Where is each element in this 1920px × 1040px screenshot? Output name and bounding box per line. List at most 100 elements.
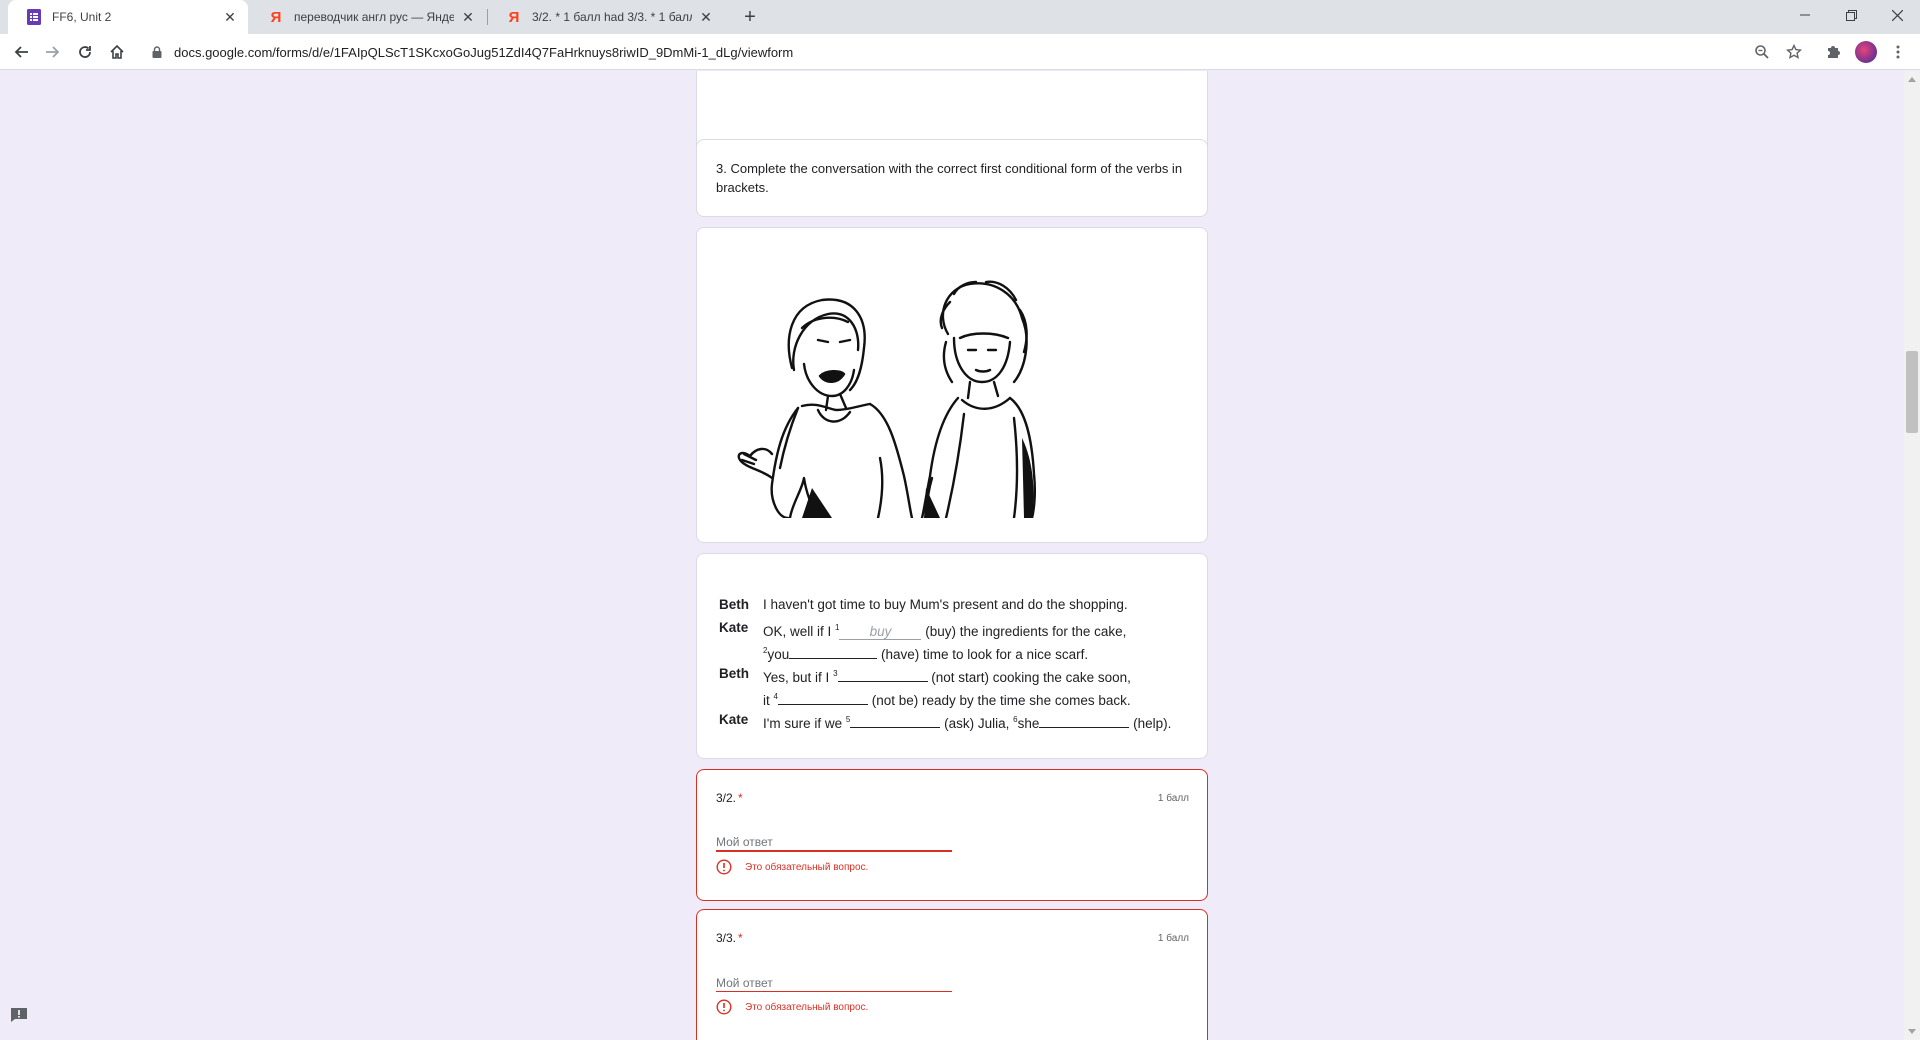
speaker-beth: Beth (719, 666, 749, 681)
dialog-line: Beth I haven't got time to buy Mum's pre… (719, 593, 1199, 616)
dialog-card: Beth I haven't got time to buy Mum's pre… (696, 553, 1208, 759)
question-points: 1 балл (1157, 933, 1189, 944)
form-viewport: obey 3. Complete the conversation with t… (0, 71, 1904, 1040)
profile-avatar[interactable] (1855, 41, 1877, 63)
answer-blank (777, 693, 868, 705)
question-label: 3/2. (716, 791, 737, 805)
dialog-text-part: (not start) cooking the cake soon, (931, 670, 1131, 685)
required-asterisk: * (738, 791, 743, 805)
dialog-text-part: it (763, 693, 770, 708)
close-icon (1891, 9, 1903, 21)
star-icon (1786, 44, 1802, 59)
dialog-text-part: OK, well if I (763, 624, 832, 639)
tab-title: 3/2. * 1 балл had 3/3. * 1 балл Э (532, 10, 692, 24)
menu-button[interactable] (1886, 40, 1910, 64)
scroll-up-arrow[interactable] (1908, 77, 1916, 82)
reload-button[interactable] (73, 40, 97, 64)
url-text[interactable]: docs.google.com/forms/d/e/1FAIpQLScT1SKc… (174, 45, 793, 60)
dialog-text-part: (ask) Julia, (944, 716, 1010, 731)
answer-blank (789, 647, 878, 659)
dialog-text-part: (not be) ready by the time she comes bac… (871, 693, 1131, 708)
section-3-instructions: 3. Complete the conversation with the co… (716, 161, 1183, 195)
bookmark-button[interactable] (1782, 40, 1806, 64)
dialog-text-part: (buy) the ingredients for the cake, (925, 624, 1127, 639)
tab-ff6-unit2[interactable]: FF6, Unit 2 ✕ (8, 0, 248, 34)
arrow-right-icon (46, 46, 60, 58)
dialog-text-part: Yes, but if I (763, 670, 830, 685)
report-feedback-icon[interactable] (10, 1007, 28, 1023)
close-icon[interactable]: ✕ (460, 9, 476, 25)
tab-bar: FF6, Unit 2 ✕ Я переводчик англ рус — Ян… (0, 0, 1920, 34)
more-vert-icon (1896, 45, 1900, 59)
speaker-kate: Kate (719, 712, 749, 727)
tab-title: FF6, Unit 2 (52, 10, 112, 24)
address-bar[interactable]: docs.google.com/forms/d/e/1FAIpQLScT1SKc… (140, 38, 1765, 66)
dialog-text-part: (have) time to look for a nice scarf. (881, 647, 1089, 662)
lock-icon[interactable] (150, 45, 164, 59)
zoom-button[interactable] (1750, 40, 1774, 64)
dialog-text-part: I'm sure if we (763, 716, 843, 731)
yandex-icon: Я (270, 8, 282, 26)
question-card-3-3: 3/3.* 1 балл Это обязательный вопрос. (696, 909, 1208, 1040)
dialog-text-part: she (1017, 716, 1040, 731)
dialog-line: Kate OK, well if I 1 buy (buy) the ingred… (719, 616, 1199, 640)
error-icon (716, 859, 732, 875)
required-asterisk: * (738, 931, 743, 945)
illustration-card (696, 227, 1208, 543)
zoom-icon (1755, 45, 1769, 59)
question-points: 1 балл (1157, 793, 1189, 804)
answer-blank (850, 716, 941, 728)
home-icon (110, 44, 124, 59)
extensions-button[interactable] (1821, 40, 1845, 64)
restore-button[interactable] (1828, 0, 1874, 30)
question-title: 3/3. * (716, 931, 743, 945)
forward-button[interactable] (41, 40, 65, 64)
dialog-line: it 4 (not be) ready by the time she come… (719, 685, 1199, 708)
dialog-line: 2you (have) time to look for a nice scar… (719, 639, 1199, 662)
conversation-text: Beth I haven't got time to buy Mum's pre… (719, 593, 1199, 731)
tab-yandex-translator[interactable]: Я переводчик англ рус — Яндекс ✕ (250, 0, 486, 34)
minimize-icon (1800, 14, 1810, 16)
dialog-text-part: (help). (1133, 716, 1172, 731)
error-icon (716, 999, 732, 1015)
scrollbar-thumb[interactable] (1906, 351, 1918, 433)
dialog-text: I haven't got time to buy Mum's present … (763, 597, 1128, 612)
answer-blank (1039, 716, 1130, 728)
required-error: Это обязательный вопрос. (716, 859, 868, 875)
answer-blank (837, 670, 928, 682)
two-girls-illustration (737, 280, 1037, 518)
dialog-text: I'm sure if we 5 (ask) Julia, 6she (help… (763, 708, 1171, 735)
puzzle-icon (1828, 46, 1840, 58)
question-title: 3/2. * (716, 791, 743, 805)
speaker-kate: Kate (719, 620, 749, 635)
new-tab-button[interactable]: + (738, 5, 762, 29)
home-button[interactable] (105, 40, 129, 64)
minimize-button[interactable] (1782, 0, 1828, 30)
close-icon[interactable]: ✕ (698, 9, 714, 25)
error-text: Это обязательный вопрос. (745, 1001, 869, 1013)
dialog-line: Kate I'm sure if we 5 (ask) Julia, 6she … (719, 708, 1199, 731)
tab-title: переводчик англ рус — Яндекс (294, 10, 454, 24)
dialog-line: Beth Yes, but if I 3 (not start) cooking… (719, 662, 1199, 685)
dialog-text-part: you (767, 647, 790, 662)
browser-toolbar: docs.google.com/forms/d/e/1FAIpQLScT1SKc… (0, 34, 1920, 70)
tab-yandex-search[interactable]: Я 3/2. * 1 балл had 3/3. * 1 балл Э ✕ (488, 0, 724, 34)
reload-icon (79, 46, 91, 58)
question-card-3-2: 3/2.* 1 балл Это обязательный вопрос. (696, 769, 1208, 901)
required-error: Это обязательный вопрос. (716, 999, 868, 1015)
arrow-left-icon (14, 46, 28, 58)
error-text: Это обязательный вопрос. (745, 861, 869, 873)
page-scrollbar[interactable] (1904, 71, 1920, 1040)
close-window-button[interactable] (1874, 0, 1920, 30)
yandex-icon: Я (508, 8, 520, 26)
answer-input[interactable] (716, 974, 952, 992)
answer-input[interactable] (716, 834, 952, 852)
restore-icon (1845, 9, 1857, 21)
back-button[interactable] (9, 40, 33, 64)
question-label: 3/3. (716, 931, 737, 945)
google-forms-icon (26, 9, 42, 25)
scroll-down-arrow[interactable] (1908, 1029, 1916, 1034)
section-3-card: 3. Complete the conversation with the co… (696, 139, 1208, 217)
close-icon[interactable]: ✕ (222, 9, 238, 25)
speaker-beth: Beth (719, 597, 749, 612)
